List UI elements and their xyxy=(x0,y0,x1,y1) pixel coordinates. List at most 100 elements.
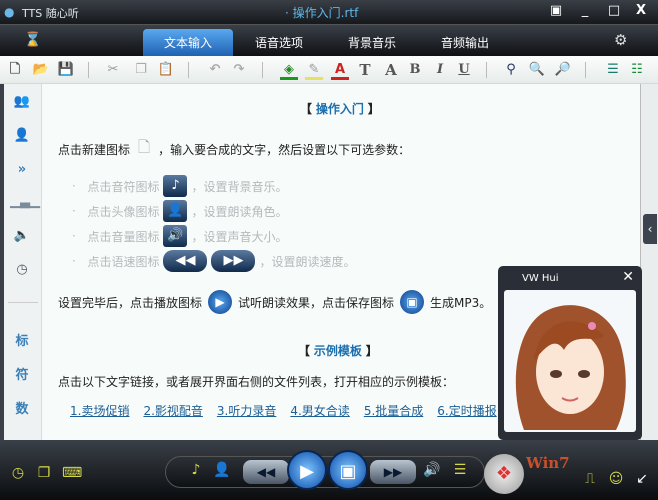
font-size-icon[interactable]: A xyxy=(382,60,400,80)
keyboard-icon[interactable]: ⌨ xyxy=(62,462,82,484)
divider xyxy=(262,62,263,78)
find-icon[interactable]: ⚲ xyxy=(502,60,520,80)
voices-icon[interactable]: 👥 xyxy=(10,94,34,109)
zoom-in-icon[interactable]: 🔍 xyxy=(528,60,546,80)
clipboard-icon[interactable]: ❐ xyxy=(34,462,54,484)
bullet-item: · 点击头像图标 👤 ，设置朗读角色。 xyxy=(72,200,287,222)
link-listening-recording[interactable]: 3.听力录音 xyxy=(217,402,276,419)
link-batch-synthesis[interactable]: 5.批量合成 xyxy=(364,402,423,419)
robot-icon[interactable]: ☺ xyxy=(606,468,626,490)
fast-forward-icon: ▶▶ xyxy=(211,250,256,272)
font-color-icon[interactable]: A xyxy=(331,60,349,80)
windows-logo-icon: ❖ xyxy=(484,454,524,494)
voice-avatar-panel: VW Hui ✕ xyxy=(498,266,642,440)
shrink-icon[interactable]: ↙ xyxy=(632,468,652,490)
tab-voice-options[interactable]: 语音选项 xyxy=(234,29,324,57)
link-duet-reading[interactable]: 4.男女合读 xyxy=(290,402,349,419)
undo-icon[interactable]: ↶ xyxy=(206,60,224,80)
tab-audio-output[interactable]: 音频输出 xyxy=(420,29,510,57)
divider xyxy=(88,62,89,78)
avatar-image xyxy=(504,290,636,432)
volume-icon: 🔊 xyxy=(163,225,188,247)
person-icon[interactable]: 👤 xyxy=(212,459,232,481)
clock-icon[interactable]: ◷ xyxy=(8,462,28,484)
volume-icon[interactable]: 🔊 xyxy=(422,459,442,481)
zoom-out-icon[interactable]: 🔎 xyxy=(554,60,572,80)
app-title: TTS 随心听 xyxy=(22,7,79,20)
play-button[interactable]: ▶ xyxy=(287,450,327,490)
bullet-item: · 点击音符图标 ♪ ，设置背景音乐。 xyxy=(72,175,287,197)
final-line: 设置完毕后，点击播放图标 ▶ 试听朗读效果，点击保存图标 ▣ 生成MP3。 xyxy=(58,290,491,314)
equalizer-icon[interactable]: ▁▃▁ xyxy=(10,194,40,209)
avatar-icon: 👤 xyxy=(163,200,188,222)
sidebar-label-number[interactable]: 数 xyxy=(10,398,34,417)
close-icon[interactable]: ✕ xyxy=(622,269,634,285)
cut-icon[interactable]: ✂ xyxy=(104,60,122,80)
watermark-logo: Win7 xyxy=(526,454,570,472)
faster-button[interactable]: ▶▶ xyxy=(370,460,416,484)
detail-view-icon[interactable]: ☷ xyxy=(628,60,646,80)
divider xyxy=(585,62,586,78)
playlist-icon[interactable]: ☰ xyxy=(450,459,470,481)
save-audio-button[interactable]: ▣ xyxy=(328,450,368,490)
bold-icon[interactable]: B xyxy=(406,60,424,80)
maximize-button[interactable]: □ xyxy=(603,2,625,20)
minimize-button[interactable]: _ xyxy=(574,2,596,20)
speaker-icon[interactable]: 🔈 xyxy=(10,228,34,243)
toolbar: 🗋 📂 💾 ✂ ❐ 📋 ↶ ↷ ◈ ✎ A T A B I U ⚲ 🔍 🔎 ☰ … xyxy=(0,56,658,84)
tab-background-music[interactable]: 背景音乐 xyxy=(327,29,417,57)
link-store-promo[interactable]: 1.卖场促销 xyxy=(70,402,129,419)
new-file-icon: 🗋 xyxy=(138,138,151,156)
music-note-icon: ♪ xyxy=(163,175,188,197)
new-file-icon[interactable]: 🗋 xyxy=(6,60,24,80)
fill-color-icon[interactable]: ◈ xyxy=(280,60,298,80)
app-logo-icon: ● xyxy=(4,5,15,19)
android-icon[interactable]: ⎍ xyxy=(580,468,600,490)
tab-text-input[interactable]: 文本输入 xyxy=(143,29,233,57)
voice-name: VW Hui xyxy=(522,273,559,284)
bullet-item: · 点击音量图标 🔊 ，设置声音大小。 xyxy=(72,225,287,247)
section-title-templates: 【 示例模板 】 xyxy=(298,344,378,358)
save-icon[interactable]: 💾 xyxy=(57,60,75,80)
play-icon: ▶ xyxy=(208,290,233,314)
title-bar: ● TTS 随心听 · 操作入门.rtf ▣ _ □ X xyxy=(0,0,658,24)
document-title: · 操作入门.rtf xyxy=(285,6,359,20)
expand-file-list-button[interactable]: ‹ xyxy=(643,214,657,244)
player-bar: ◷ ❐ ⌨ ♪ 👤 ◀◀ ▶ ▣ ▶▶ 🔊 ☰ ❖ Win7 ⎍ ☺ ↙ xyxy=(0,440,658,500)
highlight-icon[interactable]: ✎ xyxy=(305,60,323,80)
link-scheduled-broadcast[interactable]: 6.定时播报 xyxy=(437,402,496,419)
save-icon: ▣ xyxy=(400,290,425,314)
template-links: 1.卖场促销 2.影视配音 3.听力录音 4.男女合读 5.批量合成 6.定时播… xyxy=(70,402,497,419)
sidebar-label-symbol[interactable]: 符 xyxy=(10,364,34,383)
speed-icon[interactable]: » xyxy=(10,162,34,177)
redo-icon[interactable]: ↷ xyxy=(230,60,248,80)
gear-icon[interactable]: ⚙ xyxy=(614,31,627,49)
rewind-icon: ◀◀ xyxy=(163,250,208,272)
left-sidebar: 👥 👤 » ▁▃▁ 🔈 ◷ 标 符 数 xyxy=(0,84,42,440)
restore-tray-button[interactable]: ▣ xyxy=(545,2,567,20)
italic-icon[interactable]: I xyxy=(431,60,449,80)
underline-icon[interactable]: U xyxy=(455,60,473,80)
sidebar-label-mark[interactable]: 标 xyxy=(10,330,34,349)
hourglass-icon[interactable]: ⌛ xyxy=(24,32,41,48)
divider xyxy=(188,62,189,78)
divider xyxy=(486,62,487,78)
copy-icon[interactable]: ❐ xyxy=(132,60,150,80)
divider xyxy=(8,302,38,303)
close-button[interactable]: X xyxy=(630,2,652,20)
list-view-icon[interactable]: ☰ xyxy=(604,60,622,80)
templates-intro: 点击以下文字链接，或者展开界面右侧的文件列表，打开相应的示例模板： xyxy=(58,375,455,389)
music-note-icon[interactable]: ♪ xyxy=(186,459,206,481)
section-title-getting-started: 【 操作入门 】 xyxy=(300,102,380,116)
tab-bar: ⌛ 文本输入 语音选项 背景音乐 音频输出 ⚙ xyxy=(0,24,658,57)
link-film-dubbing[interactable]: 2.影视配音 xyxy=(143,402,202,419)
font-icon[interactable]: T xyxy=(356,60,374,80)
paste-icon[interactable]: 📋 xyxy=(157,60,175,80)
slower-button[interactable]: ◀◀ xyxy=(243,460,289,484)
intro-line: 点击新建图标 🗋 ，输入要合成的文字，然后设置以下可选参数： xyxy=(58,137,410,162)
open-folder-icon[interactable]: 📂 xyxy=(32,60,50,80)
person-icon[interactable]: 👤 xyxy=(10,128,34,143)
clock-icon[interactable]: ◷ xyxy=(10,262,34,277)
bullet-item: · 点击语速图标 ◀◀ ▶▶ ，设置朗读速度。 xyxy=(72,250,355,272)
right-panel-strip xyxy=(640,84,658,440)
